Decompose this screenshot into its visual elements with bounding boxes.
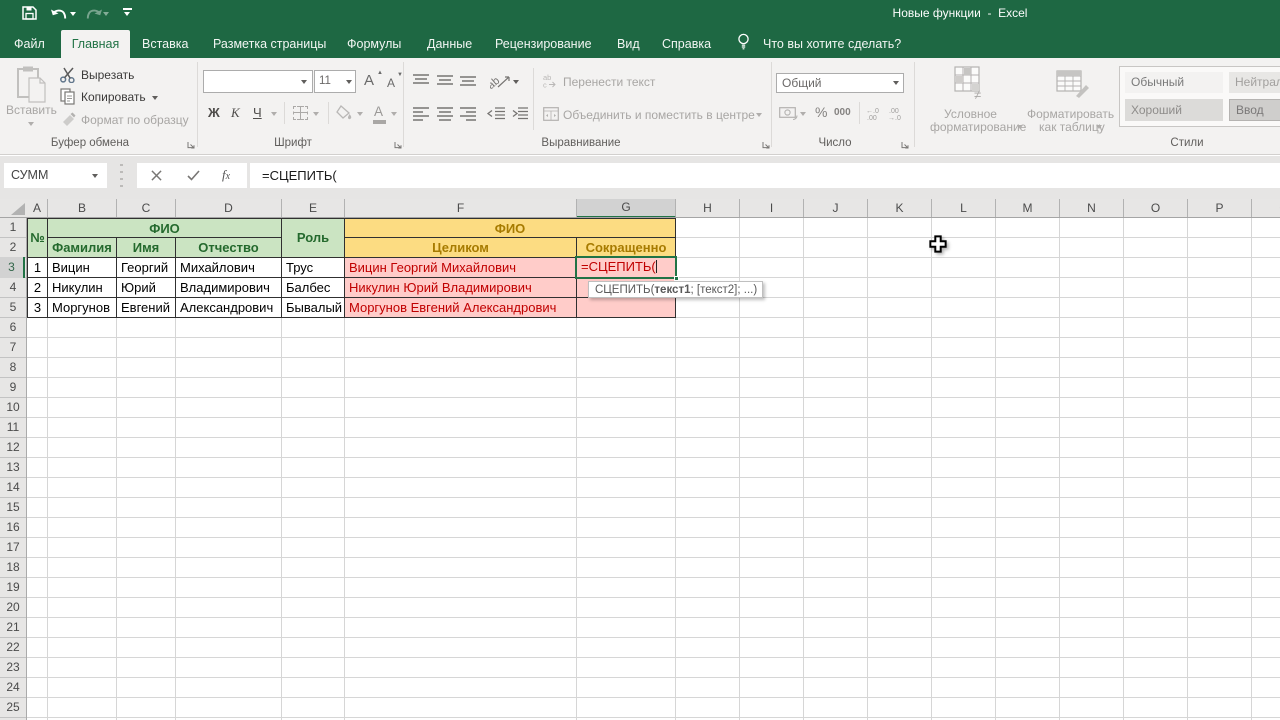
svg-text:←.0: ←.0 xyxy=(866,108,879,115)
svg-text:→.0: →.0 xyxy=(888,115,901,121)
svg-text:.00: .00 xyxy=(889,108,899,115)
svg-text:c: c xyxy=(543,81,547,89)
svg-text:.00: .00 xyxy=(867,115,877,121)
svg-text:≠: ≠ xyxy=(974,87,981,100)
svg-text:ab: ab xyxy=(490,75,502,89)
